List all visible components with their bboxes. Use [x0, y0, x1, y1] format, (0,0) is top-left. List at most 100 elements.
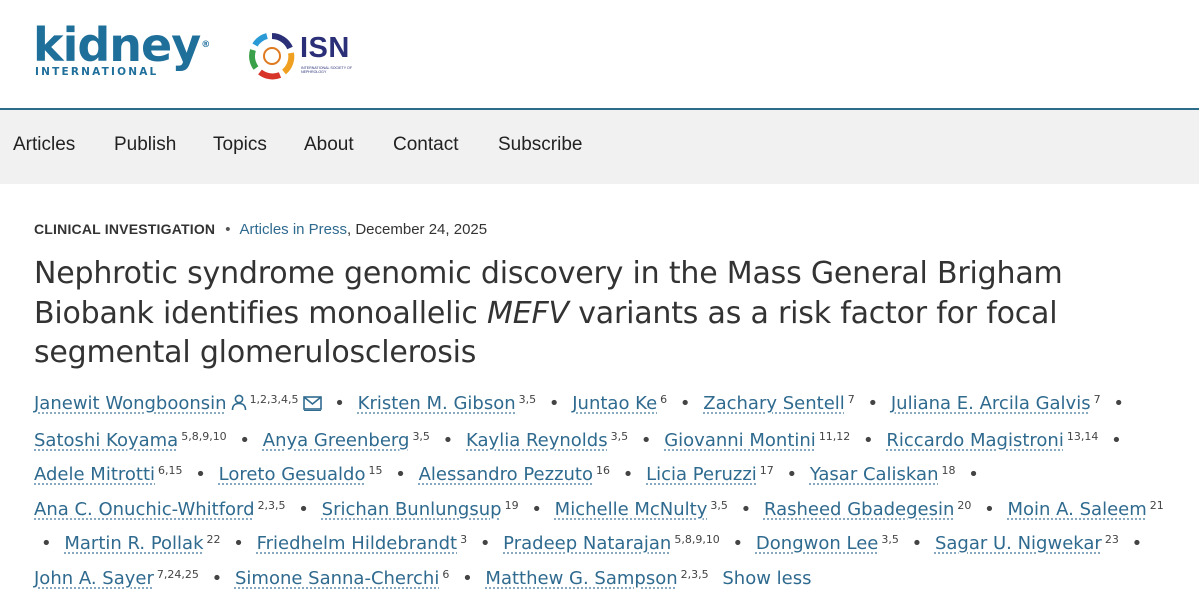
author-name-link[interactable]: Pradeep Natarajan: [503, 533, 671, 554]
author-name-link[interactable]: Giovanni Montini: [664, 430, 816, 451]
author-name-link[interactable]: Zachary Sentell: [703, 393, 845, 414]
author-entry: Pradeep Natarajan 5,8,9,10: [503, 533, 720, 554]
author-entry: Satoshi Koyama 5,8,9,10: [34, 430, 227, 451]
author-affiliation: 3,5: [412, 429, 430, 443]
author-name-link[interactable]: Yasar Caliskan: [810, 464, 939, 485]
article-meta: CLINICAL INVESTIGATION • Articles in Press…: [34, 221, 487, 238]
author-entry: Matthew G. Sampson 2,3,5: [485, 568, 708, 589]
author-affiliation: 17: [759, 464, 774, 477]
author-separator: •: [867, 393, 879, 414]
nav-subscribe[interactable]: Subscribe: [498, 134, 583, 156]
author-separator: •: [1113, 393, 1124, 414]
author-affiliation: 23: [1104, 533, 1119, 546]
author-name-link[interactable]: Loreto Gesualdo: [219, 464, 366, 485]
author-name-link[interactable]: Juliana E. Arcila Galvis: [891, 393, 1091, 414]
author-name-link[interactable]: Srichan Bunlungsup: [322, 499, 502, 520]
nav-topics[interactable]: Topics: [213, 134, 267, 156]
author-separator: •: [679, 393, 691, 414]
author-separator: •: [211, 567, 223, 589]
author-separator: •: [395, 464, 406, 485]
author-name-link[interactable]: John A. Sayer: [34, 568, 154, 589]
author-name-link[interactable]: Alessandro Pezzuto: [419, 464, 593, 485]
author-affiliation: 3: [460, 533, 468, 546]
author-name-link[interactable]: Michelle McNulty: [555, 499, 708, 520]
author-name-link[interactable]: Friedhelm Hildebrandt: [257, 533, 457, 554]
logo-reg: ®: [201, 40, 210, 50]
author-name-link[interactable]: Kaylia Reynolds: [466, 430, 608, 451]
author-entry: Sagar U. Nigwekar 23: [935, 533, 1119, 554]
author-name-link[interactable]: Riccardo Magistroni: [886, 430, 1063, 451]
nav-articles[interactable]: Articles: [13, 134, 75, 156]
author-entry: Licia Peruzzi 17: [646, 464, 774, 485]
author-entry: John A. Sayer 7,24,25: [34, 568, 199, 589]
author-affiliation: 3,5: [610, 429, 629, 443]
author-affiliation: 7: [1093, 393, 1101, 406]
main-nav: Articles Publish Topics About Contact Su…: [0, 110, 1199, 184]
author-separator: •: [233, 533, 244, 554]
author-name-link[interactable]: Simone Sanna-Cherchi: [235, 568, 439, 589]
author-affiliation: 5,8,9,10: [181, 429, 227, 443]
nav-contact[interactable]: Contact: [393, 134, 458, 156]
author-separator: •: [442, 429, 454, 451]
author-name-link[interactable]: Matthew G. Sampson: [485, 568, 677, 589]
author-affiliation: 2,3,5: [257, 498, 286, 512]
author-separator: •: [239, 429, 251, 451]
author-affiliation: 6,15: [158, 464, 183, 477]
author-name-link[interactable]: Adele Mitrotti: [34, 464, 155, 485]
envelope-icon[interactable]: [302, 391, 322, 422]
articles-in-press-link[interactable]: Articles in Press: [239, 221, 347, 238]
author-name-link[interactable]: Juntao Ke: [572, 393, 657, 414]
author-entry: Moin A. Saleem 21: [1008, 499, 1164, 520]
author-name-link[interactable]: Anya Greenberg: [263, 430, 410, 451]
author-entry: Alessandro Pezzuto 16: [419, 464, 610, 485]
author-entry: Ana C. Onuchic-Whitford 2,3,5: [34, 499, 286, 520]
author-name-link[interactable]: Licia Peruzzi: [646, 464, 757, 485]
author-separator: •: [41, 533, 52, 554]
kidney-international-logo[interactable]: kidney® INTERNATIONAL: [33, 22, 210, 78]
author-affiliation: 19: [504, 498, 519, 512]
author-name-link[interactable]: Sagar U. Nigwekar: [935, 533, 1102, 554]
site-header: kidney® INTERNATIONAL ISN International …: [0, 0, 1199, 110]
author-affiliation: 22: [206, 533, 221, 546]
author-affiliation: 20: [957, 498, 972, 512]
author-name-link[interactable]: Kristen M. Gibson: [358, 393, 516, 414]
author-entry: Simone Sanna-Cherchi 6: [235, 568, 449, 589]
author-entry: Adele Mitrotti 6,15: [34, 464, 183, 485]
author-entry: Kaylia Reynolds 3,5: [466, 430, 628, 451]
show-less-link[interactable]: Show less: [722, 568, 811, 589]
author-affiliation: 3,5: [881, 533, 899, 546]
author-affiliation: 3,5: [710, 498, 728, 512]
author-affiliation: 21: [1149, 498, 1164, 512]
author-separator: •: [911, 533, 923, 554]
author-name-link[interactable]: Martin R. Pollak: [64, 533, 203, 554]
author-entry: Zachary Sentell 7: [703, 393, 855, 414]
author-entry: Friedhelm Hildebrandt 3: [257, 533, 467, 554]
author-separator: •: [984, 498, 995, 520]
nav-publish[interactable]: Publish: [114, 134, 176, 156]
author-separator: •: [548, 393, 560, 414]
author-name-link[interactable]: Moin A. Saleem: [1008, 499, 1147, 520]
meta-separator: •: [225, 221, 231, 238]
author-name-link[interactable]: Janewit Wongboonsin: [34, 393, 227, 414]
author-affiliation: 6: [442, 567, 450, 581]
author-name-link[interactable]: Rasheed Gbadegesin: [764, 499, 954, 520]
author-entry: Srichan Bunlungsup 19: [322, 499, 519, 520]
nav-about[interactable]: About: [304, 134, 354, 156]
author-entry: Michelle McNulty 3,5: [555, 499, 728, 520]
isn-text: ISN: [300, 32, 350, 64]
author-entry: Riccardo Magistroni 13,14: [886, 430, 1098, 451]
author-separator: •: [479, 533, 491, 554]
author-affiliation: 7: [847, 393, 855, 406]
author-separator: •: [640, 429, 652, 451]
author-affiliation: 13,14: [1066, 429, 1099, 443]
title-gene: MEFV: [487, 295, 569, 331]
author-name-link[interactable]: Satoshi Koyama: [34, 430, 178, 451]
person-icon[interactable]: [231, 391, 247, 422]
author-name-link[interactable]: Dongwon Lee: [756, 533, 878, 554]
author-entry: Dongwon Lee 3,5: [756, 533, 899, 554]
author-affiliation: 7,24,25: [156, 567, 199, 581]
author-affiliation: 1,2,3,4,5: [249, 393, 299, 406]
author-name-link[interactable]: Ana C. Onuchic-Whitford: [34, 499, 255, 520]
author-separator: •: [863, 429, 874, 451]
author-separator: •: [732, 533, 744, 554]
